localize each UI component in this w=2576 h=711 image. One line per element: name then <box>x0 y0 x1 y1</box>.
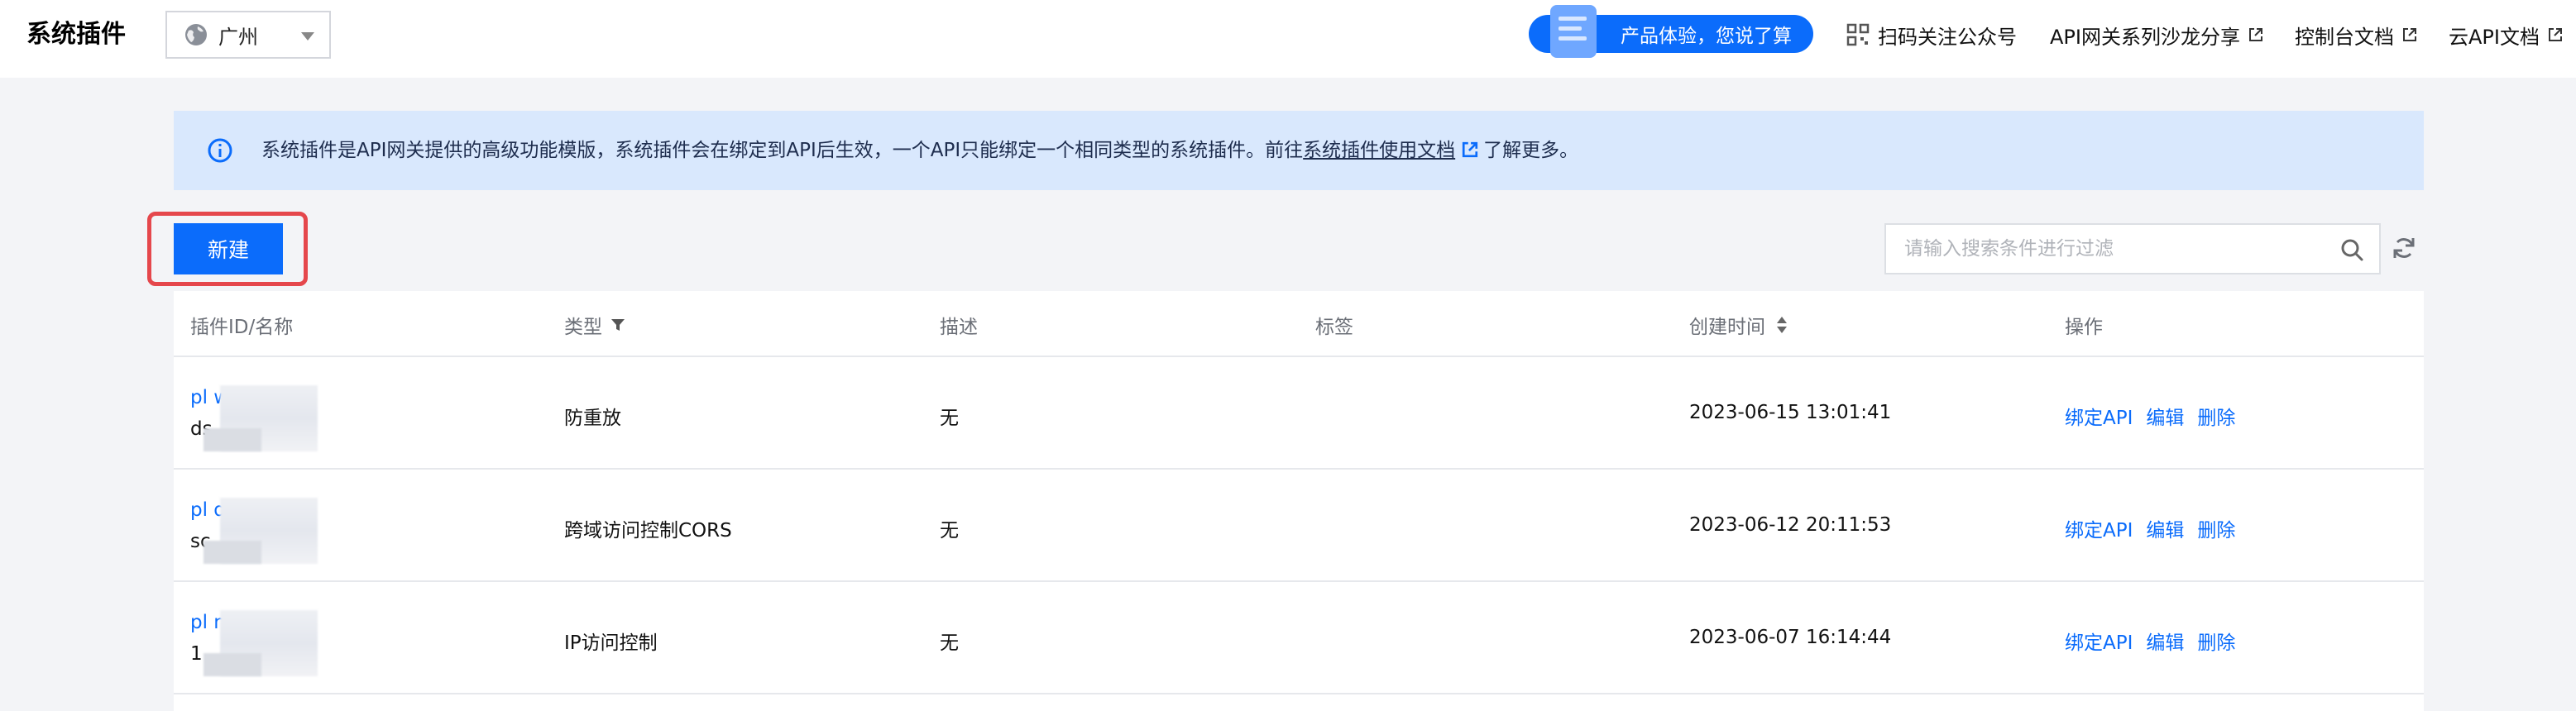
chevron-down-icon <box>301 32 314 41</box>
plugin-created-time: 2023-06-07 16:14:44 <box>1689 627 1892 648</box>
plugin-description: 无 <box>940 632 959 654</box>
bind-api-link[interactable]: 绑定API <box>2065 627 2133 655</box>
bind-api-link[interactable]: 绑定API <box>2065 402 2133 430</box>
filter-icon[interactable] <box>610 317 625 332</box>
search-icon[interactable] <box>2339 237 2364 262</box>
edit-link[interactable]: 编辑 <box>2146 514 2184 542</box>
plugin-created-time: 2023-06-15 13:01:41 <box>1689 402 1892 423</box>
row-actions: 绑定API 编辑 删除 <box>2065 402 2235 430</box>
feedback-label: 产品体验，您说了算 <box>1621 26 1792 47</box>
external-link-icon[interactable] <box>1462 141 1478 158</box>
plugin-description: 无 <box>940 520 959 542</box>
banner-text-before: 系统插件是API网关提供的高级功能模版，系统插件会在绑定到API后生效，一个AP… <box>261 140 1304 161</box>
plugin-id-name-cell: pl q9t sc <box>190 498 339 564</box>
external-link-icon <box>2403 28 2416 41</box>
redaction-mask <box>203 428 261 451</box>
search-input[interactable] <box>1886 226 2316 272</box>
info-banner: 系统插件是API网关提供的高级功能模版，系统插件会在绑定到API后生效，一个AP… <box>174 111 2424 190</box>
refresh-icon[interactable] <box>2391 235 2417 261</box>
follow-wechat-label: 扫码关注公众号 <box>1878 25 2017 49</box>
plugin-type: 防重放 <box>564 408 621 429</box>
redaction-mask <box>203 653 261 676</box>
column-header-created-time[interactable]: 创建时间 <box>1689 311 1788 339</box>
bind-api-link[interactable]: 绑定API <box>2065 514 2133 542</box>
delete-link[interactable]: 删除 <box>2197 402 2235 430</box>
column-header-id-name: 插件ID/名称 <box>190 317 294 338</box>
region-select[interactable]: 广州 <box>165 11 331 59</box>
column-header-actions: 操作 <box>2065 317 2103 338</box>
delete-link[interactable]: 删除 <box>2197 514 2235 542</box>
plugin-id-name-cell: pl wl ds <box>190 385 339 451</box>
column-header-tags: 标签 <box>1315 317 1353 338</box>
sort-icon[interactable] <box>1775 316 1788 334</box>
qr-code-icon <box>1846 23 1870 46</box>
redaction-mask <box>203 541 261 564</box>
plugin-type: IP访问控制 <box>564 632 658 654</box>
edit-link[interactable]: 编辑 <box>2146 627 2184 655</box>
console-docs-label: 控制台文档 <box>2295 25 2394 49</box>
edit-link[interactable]: 编辑 <box>2146 402 2184 430</box>
row-actions: 绑定API 编辑 删除 <box>2065 514 2235 542</box>
plugin-type: 跨域访问控制CORS <box>564 520 732 542</box>
info-icon <box>208 138 232 163</box>
plugins-table: 插件ID/名称 类型 描述 标签 创建时间 操作 pl wl ds 防重放 无 … <box>174 291 2424 711</box>
page-title: 系统插件 <box>26 20 126 49</box>
salon-share-label: API网关系列沙龙分享 <box>2050 25 2240 49</box>
table-header: 插件ID/名称 类型 描述 标签 创建时间 操作 <box>174 291 2424 357</box>
delete-link[interactable]: 删除 <box>2197 627 2235 655</box>
banner-text-after: 了解更多。 <box>1483 140 1579 161</box>
globe-icon <box>185 24 207 45</box>
banner-message: 系统插件是API网关提供的高级功能模版，系统插件会在绑定到API后生效，一个AP… <box>261 136 1578 165</box>
region-label: 广州 <box>218 25 258 49</box>
column-header-description: 描述 <box>940 317 978 338</box>
plugin-description: 无 <box>940 408 959 429</box>
search-box[interactable] <box>1884 223 2381 274</box>
follow-wechat-link[interactable]: 扫码关注公众号 <box>1846 21 2017 49</box>
console-docs-link[interactable]: 控制台文档 <box>2295 21 2417 49</box>
table-row: pl wl ds 防重放 无 2023-06-15 13:01:41 绑定API… <box>174 357 2424 470</box>
plugin-docs-link[interactable]: 系统插件使用文档 <box>1303 140 1455 161</box>
external-link-icon <box>2548 28 2562 41</box>
table-row: pl nsf 1 IP访问控制 无 2023-06-07 16:14:44 绑定… <box>174 582 2424 694</box>
feedback-button[interactable]: 产品体验，您说了算 <box>1529 5 1813 58</box>
feedback-doc-icon <box>1550 5 1597 58</box>
cloud-api-docs-label: 云API文档 <box>2449 25 2540 49</box>
plugin-created-time: 2023-06-12 20:11:53 <box>1689 514 1892 536</box>
create-button[interactable]: 新建 <box>174 223 283 274</box>
external-link-icon <box>2248 28 2262 41</box>
salon-share-link[interactable]: API网关系列沙龙分享 <box>2050 21 2263 49</box>
top-header: 系统插件 广州 产品体验，您说了算 扫码关注公众号 API网关系列沙龙分享 控制… <box>0 0 2576 78</box>
table-row: pl q9t sc 跨域访问控制CORS 无 2023-06-12 20:11:… <box>174 470 2424 582</box>
row-actions: 绑定API 编辑 删除 <box>2065 627 2235 655</box>
column-header-type[interactable]: 类型 <box>564 311 625 339</box>
plugin-id-name-cell: pl nsf 1 <box>190 610 339 676</box>
cloud-api-docs-link[interactable]: 云API文档 <box>2449 21 2563 49</box>
